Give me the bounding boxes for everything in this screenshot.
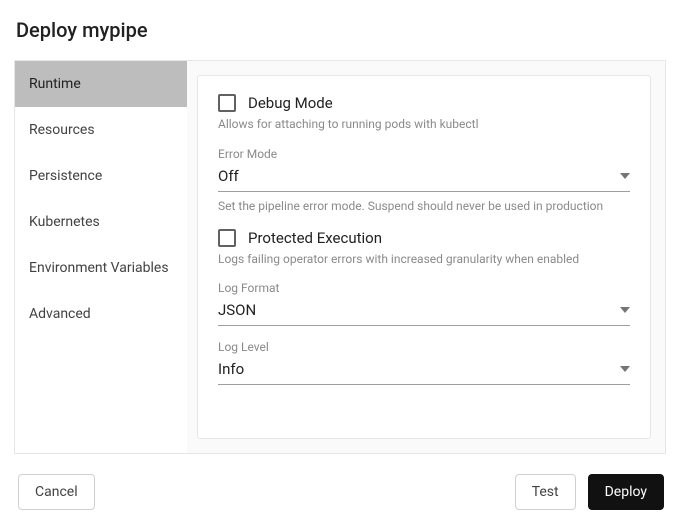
content-area: Debug Mode Allows for attaching to runni… bbox=[187, 61, 665, 453]
tab-persistence[interactable]: Persistence bbox=[15, 153, 187, 199]
chevron-down-icon bbox=[620, 173, 630, 179]
log-level-value: Info bbox=[218, 360, 244, 378]
error-mode-select[interactable]: Off bbox=[218, 165, 630, 192]
config-panel: Runtime Resources Persistence Kubernetes… bbox=[14, 60, 666, 454]
chevron-down-icon bbox=[620, 307, 630, 313]
protected-execution-hint: Logs failing operator errors with increa… bbox=[218, 251, 630, 268]
log-level-label: Log Level bbox=[218, 340, 630, 354]
footer: Cancel Test Deploy bbox=[14, 454, 666, 510]
cancel-button[interactable]: Cancel bbox=[18, 474, 95, 510]
log-format-select[interactable]: JSON bbox=[218, 299, 630, 326]
error-mode-value: Off bbox=[218, 167, 239, 185]
protected-execution-checkbox[interactable] bbox=[218, 229, 236, 247]
protected-execution-label: Protected Execution bbox=[248, 229, 382, 247]
page-title: Deploy mypipe bbox=[16, 18, 666, 42]
error-mode-hint: Set the pipeline error mode. Suspend sho… bbox=[218, 198, 630, 215]
tab-resources[interactable]: Resources bbox=[15, 107, 187, 153]
log-level-select[interactable]: Info bbox=[218, 358, 630, 385]
tab-kubernetes[interactable]: Kubernetes bbox=[15, 199, 187, 245]
tab-runtime[interactable]: Runtime bbox=[15, 61, 187, 107]
chevron-down-icon bbox=[620, 366, 630, 372]
runtime-settings: Debug Mode Allows for attaching to runni… bbox=[197, 75, 651, 439]
tab-environment-variables[interactable]: Environment Variables bbox=[15, 245, 187, 291]
debug-mode-checkbox[interactable] bbox=[218, 94, 236, 112]
debug-mode-label: Debug Mode bbox=[248, 94, 333, 112]
error-mode-label: Error Mode bbox=[218, 147, 630, 161]
tab-list: Runtime Resources Persistence Kubernetes… bbox=[15, 61, 187, 453]
log-format-label: Log Format bbox=[218, 281, 630, 295]
tab-advanced[interactable]: Advanced bbox=[15, 291, 187, 337]
test-button[interactable]: Test bbox=[515, 474, 576, 510]
log-format-value: JSON bbox=[218, 301, 256, 319]
debug-mode-hint: Allows for attaching to running pods wit… bbox=[218, 116, 630, 133]
deploy-button[interactable]: Deploy bbox=[588, 474, 664, 510]
